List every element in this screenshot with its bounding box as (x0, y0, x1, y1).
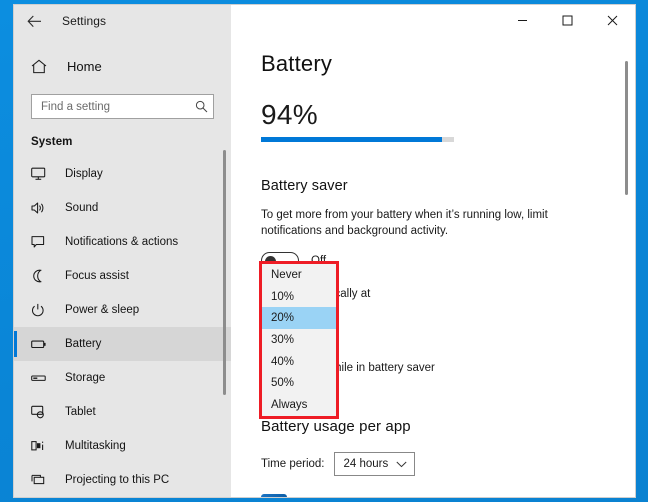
monitor-icon (31, 167, 51, 181)
sidebar-item-storage[interactable]: Storage (14, 361, 231, 395)
microsoft-edge-icon (261, 494, 287, 497)
projecting-icon (31, 473, 51, 487)
search-box[interactable] (31, 94, 214, 119)
battery-percentage: 94% (261, 99, 318, 130)
sidebar-item-label: Multitasking (65, 440, 126, 452)
window-controls (231, 5, 635, 37)
page-title: Battery (261, 51, 333, 76)
minimize-button[interactable] (500, 5, 545, 36)
battery-icon (31, 337, 51, 351)
search-input[interactable] (41, 100, 195, 113)
time-period-label: Time period: (261, 458, 325, 470)
annotation-highlight-box (259, 261, 339, 419)
storage-icon (31, 371, 51, 385)
sidebar-item-label: Focus assist (65, 270, 129, 282)
sidebar-item-projecting[interactable]: Projecting to this PC (14, 463, 231, 497)
battery-level-bar (261, 137, 454, 142)
battery-saver-heading: Battery saver (261, 178, 348, 194)
multitasking-icon (31, 439, 51, 453)
back-arrow-icon[interactable] (14, 5, 54, 37)
sidebar-item-label: Tablet (65, 406, 96, 418)
sidebar-item-sound[interactable]: Sound (14, 191, 231, 225)
battery-usage-app-row[interactable]: Microsoft Edge 39% (261, 494, 581, 497)
maximize-button[interactable] (545, 5, 590, 36)
sidebar-scrollbar-thumb[interactable] (223, 150, 226, 395)
moon-icon (31, 269, 51, 283)
sidebar-item-label: Power & sleep (65, 304, 140, 316)
sidebar-section-title: System (31, 136, 73, 148)
speaker-icon (31, 201, 51, 215)
sidebar: Home System (14, 37, 231, 497)
sidebar-item-focus-assist[interactable]: Focus assist (14, 259, 231, 293)
battery-usage-heading: Battery usage per app (261, 418, 411, 435)
content-scrollbar-thumb[interactable] (625, 61, 628, 195)
settings-window: Settings Home Find a setting System Disp… (14, 5, 635, 497)
sidebar-item-label: Sound (65, 202, 99, 214)
sidebar-item-notifications[interactable]: Notifications & actions (14, 225, 231, 259)
sidebar-item-label: Notifications & actions (65, 236, 179, 248)
sidebar-item-tablet[interactable]: Tablet (14, 395, 231, 429)
tablet-icon (31, 405, 51, 419)
sidebar-item-label: Display (65, 168, 103, 180)
sidebar-item-label: Battery (65, 338, 102, 350)
battery-level-bar-fill (261, 137, 443, 142)
sidebar-item-home[interactable]: Home (14, 46, 231, 86)
sidebar-home-label: Home (67, 58, 102, 74)
battery-saver-description: To get more from your battery when it’s … (261, 209, 548, 237)
time-period-select[interactable]: 24 hours (333, 452, 415, 476)
sidebar-item-battery[interactable]: Battery (14, 327, 231, 361)
title-bar: Settings (14, 5, 635, 37)
notification-icon (31, 235, 51, 249)
window-title: Settings (62, 14, 107, 28)
desktop-background: Settings Home Find a setting System Disp… (0, 0, 648, 502)
time-period-row: Time period: 24 hours (261, 452, 635, 476)
time-period-value: 24 hours (343, 458, 389, 470)
chevron-down-icon (395, 461, 407, 468)
home-icon (31, 59, 53, 74)
sidebar-item-multitasking[interactable]: Multitasking (14, 429, 231, 463)
search-icon[interactable] (195, 100, 208, 113)
sidebar-item-label: Projecting to this PC (65, 474, 170, 486)
title-bar-left: Settings (14, 5, 231, 37)
sidebar-item-display[interactable]: Display (14, 157, 231, 191)
sidebar-item-label: Storage (65, 372, 106, 384)
sidebar-nav-list: Display Sound Notifications & actions Fo… (14, 157, 231, 497)
sidebar-item-power-sleep[interactable]: Power & sleep (14, 293, 231, 327)
close-button[interactable] (590, 5, 635, 36)
power-icon (31, 303, 51, 317)
